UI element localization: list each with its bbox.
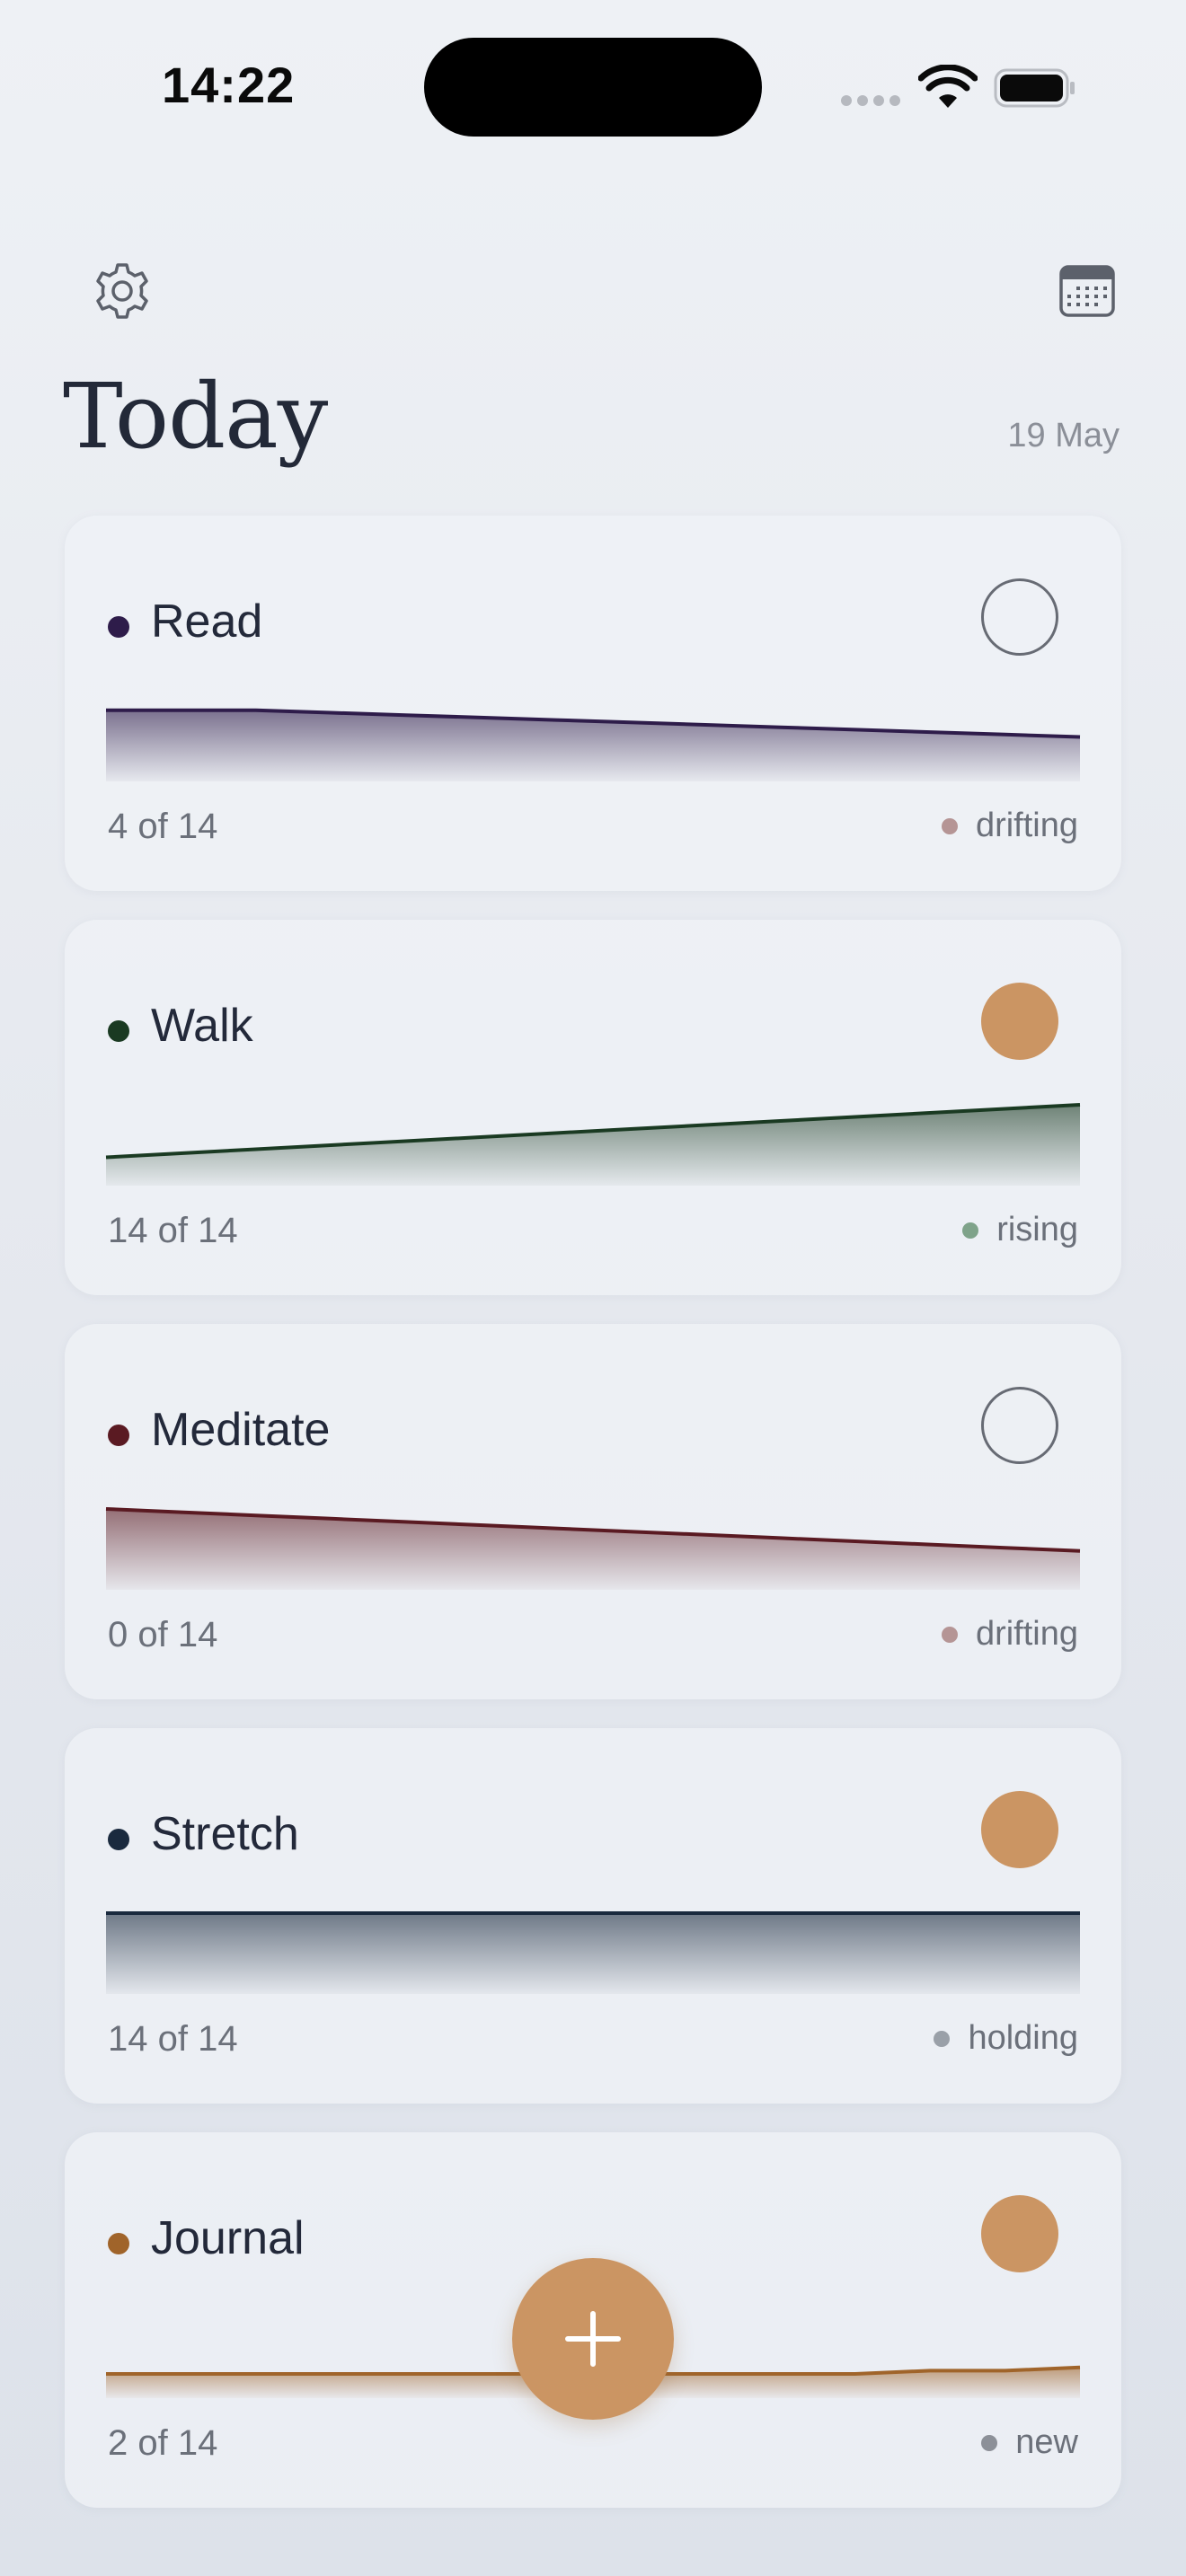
habit-trend: new xyxy=(981,2423,1078,2462)
habit-sparkline xyxy=(105,1103,1081,1186)
calendar-button[interactable] xyxy=(1051,255,1123,327)
habit-trend: rising xyxy=(962,1211,1078,1249)
add-habit-button[interactable] xyxy=(512,2258,674,2420)
page-title: Today xyxy=(63,364,328,469)
trend-dot xyxy=(981,2434,998,2451)
trend-dot xyxy=(934,2030,951,2047)
trend-label: rising xyxy=(996,1211,1078,1248)
habit-count: 4 of 14 xyxy=(108,807,218,846)
habit-trend: drifting xyxy=(941,1615,1078,1654)
today-screen: 14:22 Today 19 May Read 4 of 14 drifting… xyxy=(0,0,1186,2576)
trend-dot xyxy=(962,1222,979,1239)
sparkline-area xyxy=(106,1913,1080,1994)
settings-button[interactable] xyxy=(86,255,158,327)
habit-card[interactable]: Stretch 14 of 14 holding xyxy=(65,1728,1121,2104)
cellular-signal-icon xyxy=(841,95,900,106)
habit-trend: holding xyxy=(934,2019,1078,2058)
dynamic-island xyxy=(424,38,762,137)
habit-color-dot xyxy=(108,2233,129,2254)
habit-name: Meditate xyxy=(151,1404,331,1456)
habit-name: Journal xyxy=(151,2212,305,2264)
trend-label: drifting xyxy=(975,1615,1078,1653)
calendar-icon xyxy=(1059,265,1115,317)
habit-count: 2 of 14 xyxy=(108,2423,218,2463)
habit-trend: drifting xyxy=(941,807,1078,845)
status-indicators xyxy=(836,63,1078,113)
habit-card[interactable]: Read 4 of 14 drifting xyxy=(65,516,1121,891)
trend-label: holding xyxy=(968,2019,1078,2057)
habit-sparkline xyxy=(106,1911,1080,1994)
plus-icon xyxy=(565,2311,621,2367)
habit-count: 14 of 14 xyxy=(108,2019,238,2059)
habit-sparkline xyxy=(105,1507,1081,1590)
trend-label: new xyxy=(1015,2423,1078,2461)
habit-check-toggle[interactable] xyxy=(981,983,1058,1060)
sparkline-area xyxy=(106,1105,1080,1186)
wifi-icon xyxy=(918,65,978,108)
habit-color-dot xyxy=(108,1425,129,1446)
habit-card[interactable]: Walk 14 of 14 rising xyxy=(65,920,1121,1295)
habit-sparkline xyxy=(106,708,1081,781)
habit-card[interactable]: Meditate 0 of 14 drifting xyxy=(65,1324,1121,1699)
habit-name: Walk xyxy=(151,1000,253,1052)
habit-count: 0 of 14 xyxy=(108,1615,218,1654)
page-date: 19 May xyxy=(1007,417,1120,454)
status-time: 14:22 xyxy=(162,57,296,113)
habit-check-toggle[interactable] xyxy=(981,1791,1058,1868)
habit-color-dot xyxy=(108,616,129,638)
trend-label: drifting xyxy=(975,807,1078,844)
habit-name: Stretch xyxy=(151,1808,299,1860)
habit-check-toggle[interactable] xyxy=(981,2195,1058,2272)
habit-check-toggle[interactable] xyxy=(981,1387,1058,1464)
habit-name: Read xyxy=(151,595,263,648)
habit-color-dot xyxy=(108,1020,129,1042)
habit-count: 14 of 14 xyxy=(108,1211,238,1250)
gear-icon xyxy=(96,263,148,319)
trend-dot xyxy=(941,1626,958,1643)
sparkline-area xyxy=(106,1509,1080,1590)
habit-color-dot xyxy=(108,1829,129,1850)
battery-icon xyxy=(994,68,1075,108)
habit-check-toggle[interactable] xyxy=(981,578,1058,656)
trend-dot xyxy=(941,817,958,834)
